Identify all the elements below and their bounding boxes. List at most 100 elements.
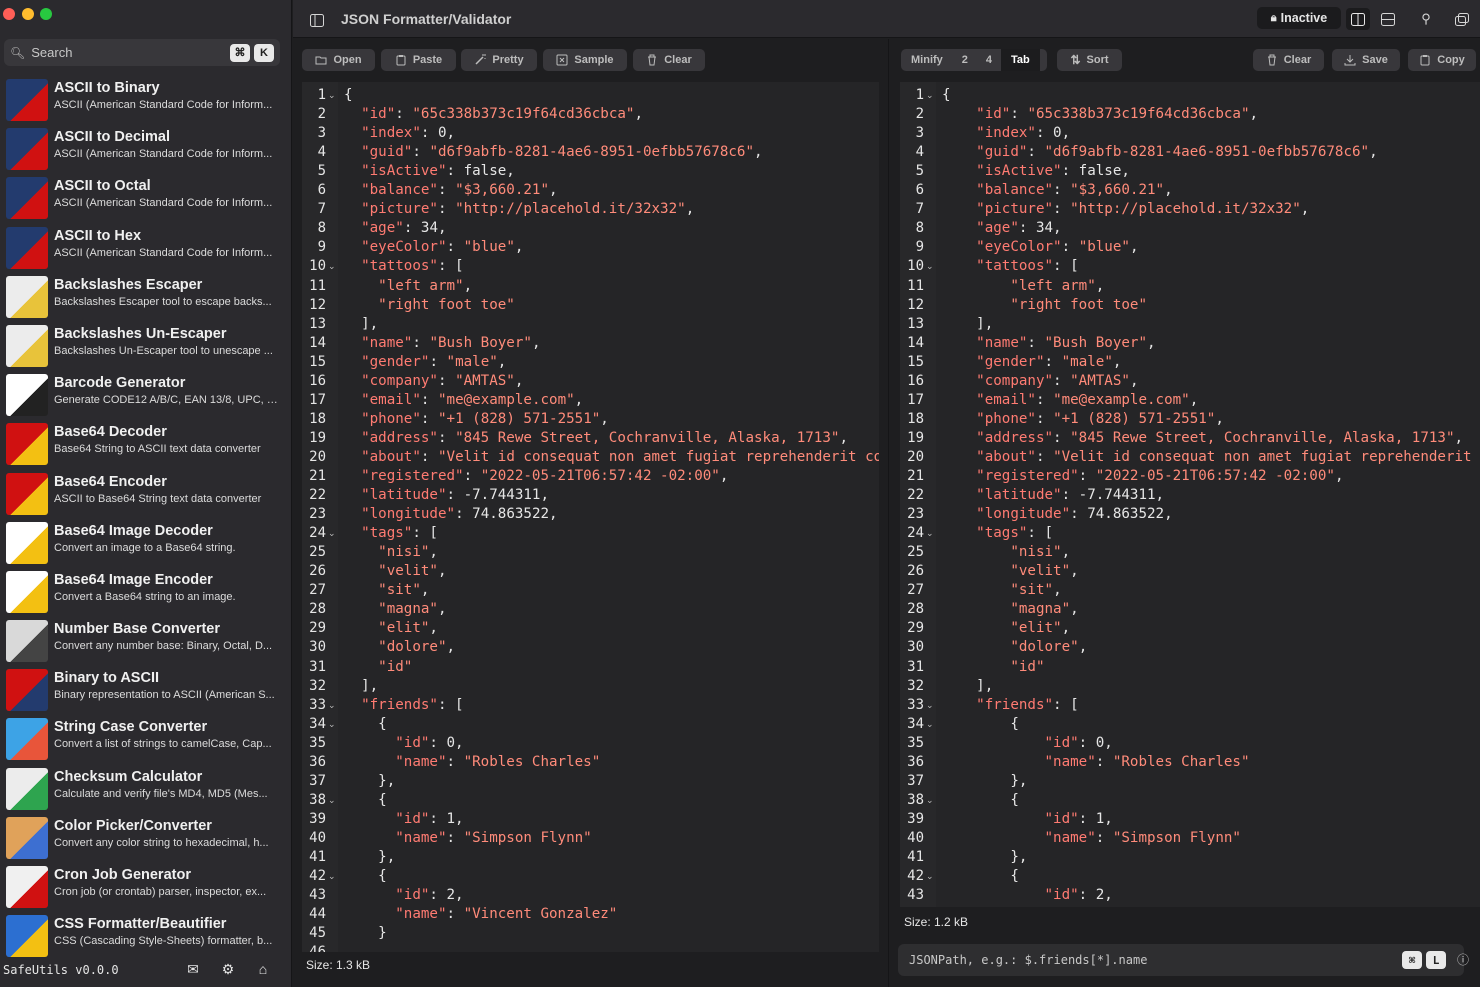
home-icon[interactable]: ⌂ xyxy=(254,961,272,979)
line-number: 11 xyxy=(907,277,924,294)
indent-tab-option[interactable]: Tab xyxy=(1001,49,1040,71)
line-number: 15 xyxy=(309,353,326,370)
sidebar-item[interactable]: ASCII to Octal ASCII (American Standard C… xyxy=(0,173,291,222)
sidebar-item[interactable]: Checksum Calculator Calculate and verify … xyxy=(0,764,291,813)
close-window-button[interactable] xyxy=(3,8,15,20)
base64-image-decoder-icon xyxy=(6,521,48,564)
code-line: "id": 2, xyxy=(395,887,464,904)
sidebar-toggle-icon[interactable] xyxy=(305,9,329,31)
fold-chevron-icon[interactable]: ⌄ xyxy=(926,86,934,105)
pretty-button[interactable]: Pretty xyxy=(461,49,537,71)
line-number: 36 xyxy=(309,753,326,770)
minimize-window-button[interactable] xyxy=(22,8,34,20)
code-line: } xyxy=(344,925,387,942)
line-number: 42 xyxy=(309,868,326,885)
split-horizontal-icon[interactable] xyxy=(1346,8,1370,30)
indent-2-option[interactable]: 2 xyxy=(953,49,977,71)
sidebar-item[interactable]: Base64 Image Decoder Convert an image to … xyxy=(0,518,291,567)
fold-chevron-icon[interactable]: ⌄ xyxy=(328,867,336,886)
minify-option[interactable]: Minify xyxy=(901,49,953,71)
fold-chevron-icon[interactable]: ⌄ xyxy=(926,257,934,276)
code-line: "name": "Simpson Flynn" xyxy=(395,829,592,846)
copy-button[interactable]: Copy xyxy=(1408,49,1476,71)
fold-chevron-icon[interactable]: ⌄ xyxy=(328,524,336,543)
fold-chevron-icon[interactable]: ⌄ xyxy=(926,791,934,810)
fold-chevron-icon[interactable]: ⌄ xyxy=(926,696,934,715)
sidebar-item[interactable]: Barcode Generator Generate CODE12 A/B/C, … xyxy=(0,370,291,419)
zoom-window-button[interactable] xyxy=(40,8,52,20)
pin-icon[interactable]: ⚲ xyxy=(1414,8,1438,30)
clear-input-button[interactable]: Clear xyxy=(633,49,705,71)
code-line: { xyxy=(942,868,1019,885)
sidebar-item[interactable]: Base64 Decoder Base64 String to ASCII tex… xyxy=(0,419,291,468)
status-badge[interactable]: 🔒︎ Inactive xyxy=(1257,7,1341,29)
code-line: }, xyxy=(344,849,396,865)
code-line: "balance": "$3,660.21", xyxy=(361,182,558,199)
fold-chevron-icon[interactable]: ⌄ xyxy=(328,791,336,810)
clear-output-button[interactable]: Clear xyxy=(1253,49,1324,71)
indent-4-option[interactable]: 4 xyxy=(977,49,1001,71)
code-line: "id": 2, xyxy=(1044,887,1113,904)
sidebar-item[interactable]: String Case Converter Convert a list of s… xyxy=(0,714,291,763)
info-icon[interactable]: ⓘ xyxy=(1457,951,1469,968)
sidebar-item[interactable]: Color Picker/Converter Convert any color … xyxy=(0,813,291,862)
base64-encoder-icon xyxy=(6,472,48,515)
line-number: 19 xyxy=(309,429,326,446)
sidebar-item-name: Backslashes Un-Escaper xyxy=(54,325,227,342)
sort-button[interactable]: ⇅ Sort xyxy=(1057,49,1122,71)
sidebar-item[interactable]: Number Base Converter Convert any number … xyxy=(0,616,291,665)
base64-image-encoder-icon xyxy=(6,570,48,613)
fold-chevron-icon[interactable]: ⌄ xyxy=(926,867,934,886)
gear-icon[interactable]: ⚙ xyxy=(219,961,237,979)
sidebar-item[interactable]: CSS Formatter/Beautifier CSS (Cascading S… xyxy=(0,911,291,960)
line-number: 35 xyxy=(309,734,326,751)
code-line: "isActive": false, xyxy=(976,163,1130,180)
sidebar-item[interactable]: ASCII to Decimal ASCII (American Standard… xyxy=(0,124,291,173)
code-line: { xyxy=(344,715,387,732)
sample-label: Sample xyxy=(574,54,614,66)
code-line: "name": "Simpson Flynn" xyxy=(1044,829,1241,846)
sidebar-item[interactable]: Base64 Encoder ASCII to Base64 String tex… xyxy=(0,469,291,518)
css-icon xyxy=(6,915,48,958)
sidebar-item[interactable]: Backslashes Un-Escaper Backslashes Un-Esc… xyxy=(0,321,291,370)
line-number: 8 xyxy=(317,220,326,237)
line-number: 30 xyxy=(309,639,326,656)
code-line: "address": "845 Rewe Street, Cochranvill… xyxy=(976,429,1464,446)
sidebar-item-text: ASCII to Hex ASCII (American Standard Cod… xyxy=(54,228,282,259)
sidebar-item-name: Color Picker/Converter xyxy=(54,817,212,834)
sidebar-item-desc: Backslashes Escaper tool to escape backs… xyxy=(54,295,272,308)
fold-chevron-icon[interactable]: ⌄ xyxy=(926,715,934,734)
shortcut-k-key: K xyxy=(254,43,274,62)
open-button[interactable]: Open xyxy=(302,49,375,71)
line-number: 10 xyxy=(309,258,326,275)
sidebar-item[interactable]: Backslashes Escaper Backslashes Escaper t… xyxy=(0,272,291,321)
sidebar-item[interactable]: ASCII to Hex ASCII (American Standard Cod… xyxy=(0,223,291,272)
sidebar-item[interactable]: Cron Job Generator Cron job (or crontab) … xyxy=(0,862,291,911)
trash-icon xyxy=(648,54,657,66)
sidebar-item[interactable]: Base64 Image Encoder Convert a Base64 str… xyxy=(0,567,291,616)
line-number: 39 xyxy=(907,810,924,827)
mail-icon[interactable]: ✉ xyxy=(184,961,202,979)
fold-chevron-icon[interactable]: ⌄ xyxy=(328,715,336,734)
sidebar-item[interactable]: Binary to ASCII Binary representation to … xyxy=(0,665,291,714)
fold-chevron-icon[interactable]: ⌄ xyxy=(328,86,336,105)
save-button[interactable]: Save xyxy=(1332,49,1400,71)
paste-button[interactable]: Paste xyxy=(381,49,456,71)
output-toolbar: Minify 2 4 Tab ⇅ Sort Clear Save Copy xyxy=(890,39,1480,81)
new-window-icon[interactable] xyxy=(1450,8,1474,30)
fold-chevron-icon[interactable]: ⌄ xyxy=(328,257,336,276)
sidebar-item[interactable]: ASCII to Binary ASCII (American Standard … xyxy=(0,75,291,124)
input-editor[interactable]: 1 ⌄{2 "id": "65c338b373c19f64cd36cbca", 3 … xyxy=(302,82,879,952)
fold-chevron-icon[interactable]: ⌄ xyxy=(328,696,336,715)
sample-button[interactable]: Sample xyxy=(543,49,627,71)
code-line: "elit", xyxy=(378,620,438,637)
sidebar-item-desc: Generate CODE12 A/B/C, EAN 13/8, UPC, C.… xyxy=(54,394,282,407)
code-line: "picture": "http://placehold.it/32x32", xyxy=(361,201,695,218)
jsonpath-input[interactable]: JSONPath, e.g.: $.friends[*].name ⌘ L xyxy=(898,944,1464,976)
search-input[interactable]: 🔍︎ Search ⌘ K xyxy=(4,39,280,66)
shortcut-cmd-key: ⌘ xyxy=(230,43,250,62)
split-vertical-icon[interactable] xyxy=(1376,8,1400,30)
code-line: ], xyxy=(942,677,994,694)
fold-chevron-icon[interactable]: ⌄ xyxy=(926,524,934,543)
output-editor[interactable]: 1 ⌄{2 "id": "65c338b373c19f64cd36cbca", 3 … xyxy=(900,82,1480,907)
